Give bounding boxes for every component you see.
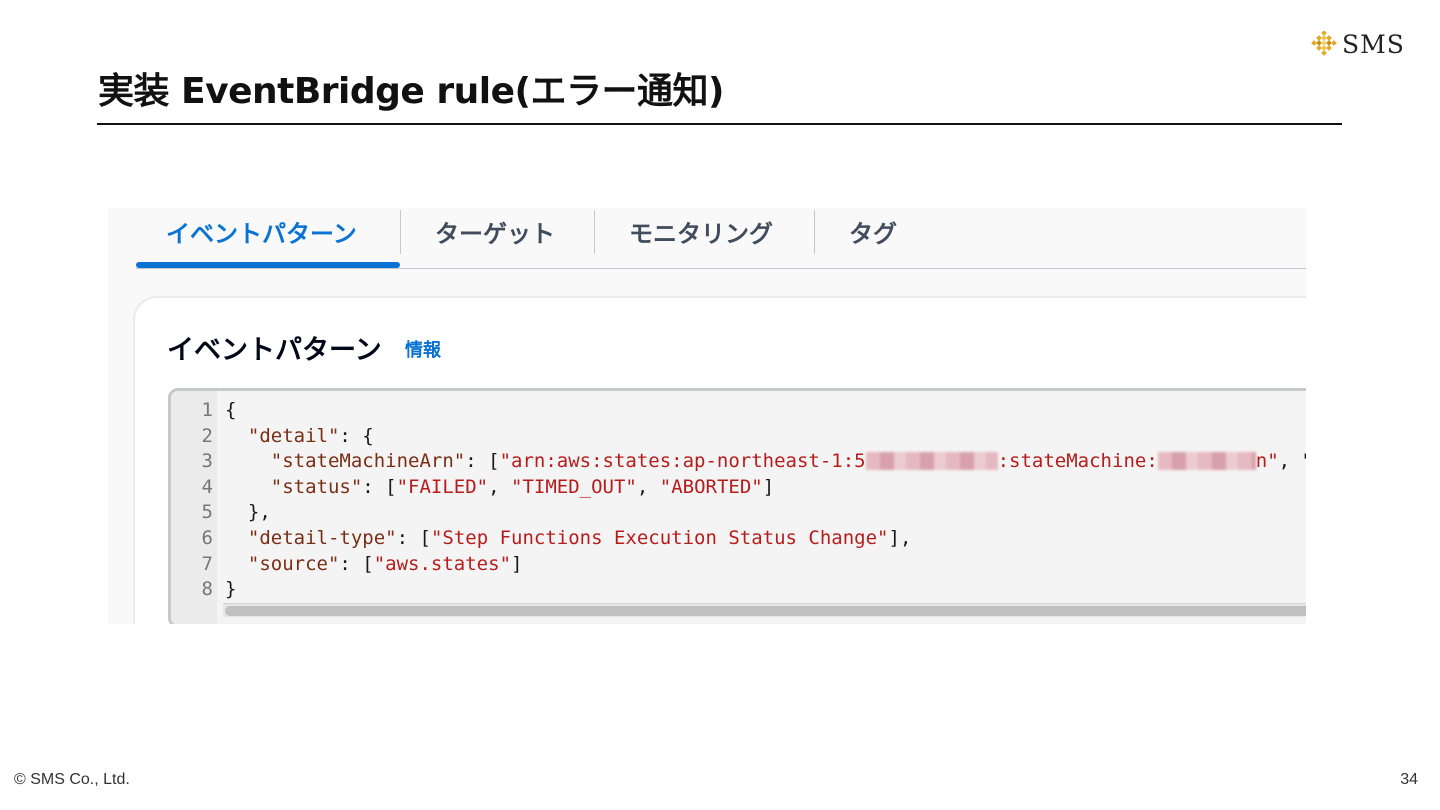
slide-title: 実装 EventBridge rule(エラー通知) bbox=[98, 71, 724, 112]
tab-separator bbox=[400, 210, 401, 254]
horizontal-scrollbar[interactable] bbox=[223, 603, 1306, 617]
tab-tags[interactable]: タグ bbox=[849, 214, 897, 249]
line-number: 2 bbox=[201, 425, 213, 447]
tab-monitoring[interactable]: モニタリング bbox=[629, 214, 773, 249]
event-pattern-panel: イベントパターン 情報 1 2 3 4 5 6 7 8 { "detail": … bbox=[133, 296, 1306, 624]
redacted-account-id bbox=[865, 452, 998, 470]
tab-separator bbox=[594, 210, 595, 254]
tab-event-pattern[interactable]: イベントパターン bbox=[166, 214, 357, 249]
console-screenshot: イベントパターン ターゲット モニタリング タグ イベントパターン 情報 1 2… bbox=[108, 208, 1306, 624]
panel-title: イベントパターン bbox=[167, 335, 382, 366]
code-editor[interactable]: 1 2 3 4 5 6 7 8 { "detail": { "stateMach… bbox=[168, 388, 1306, 624]
page-number: 34 bbox=[1400, 771, 1418, 788]
line-number: 3 bbox=[201, 450, 213, 472]
line-number: 7 bbox=[201, 553, 213, 575]
line-number: 6 bbox=[201, 527, 213, 549]
code-line: "status": ["FAILED", "TIMED_OUT", "ABORT… bbox=[270, 476, 775, 498]
line-number: 1 bbox=[201, 399, 213, 421]
company-logo: SMS bbox=[1310, 30, 1405, 59]
code-line: "detail-type": ["Step Functions Executio… bbox=[247, 527, 912, 549]
code-line: "detail": { bbox=[247, 425, 374, 447]
redacted-state-machine-name bbox=[1157, 452, 1256, 470]
line-number: 8 bbox=[201, 578, 213, 600]
code-line: "stateMachineArn": ["arn:aws:states:ap-n… bbox=[270, 450, 1306, 472]
tab-bar-divider bbox=[136, 268, 1306, 269]
code-line: }, bbox=[247, 501, 271, 523]
code-line: { bbox=[225, 399, 237, 421]
title-divider bbox=[97, 123, 1342, 125]
tab-separator bbox=[814, 210, 815, 254]
line-number: 5 bbox=[201, 501, 213, 523]
line-number: 4 bbox=[201, 476, 213, 498]
logo-text: SMS bbox=[1342, 30, 1405, 59]
copyright: © SMS Co., Ltd. bbox=[14, 771, 130, 788]
diamond-mosaic-logo-icon bbox=[1311, 30, 1337, 56]
line-number-gutter: 1 2 3 4 5 6 7 8 bbox=[171, 391, 217, 624]
tab-bar: イベントパターン ターゲット モニタリング タグ bbox=[136, 208, 1306, 270]
info-link[interactable]: 情報 bbox=[405, 336, 441, 362]
code-line: "source": ["aws.states"] bbox=[247, 553, 523, 575]
code-line: } bbox=[225, 578, 237, 600]
tab-targets[interactable]: ターゲット bbox=[435, 214, 555, 249]
scrollbar-thumb[interactable] bbox=[225, 606, 1306, 616]
